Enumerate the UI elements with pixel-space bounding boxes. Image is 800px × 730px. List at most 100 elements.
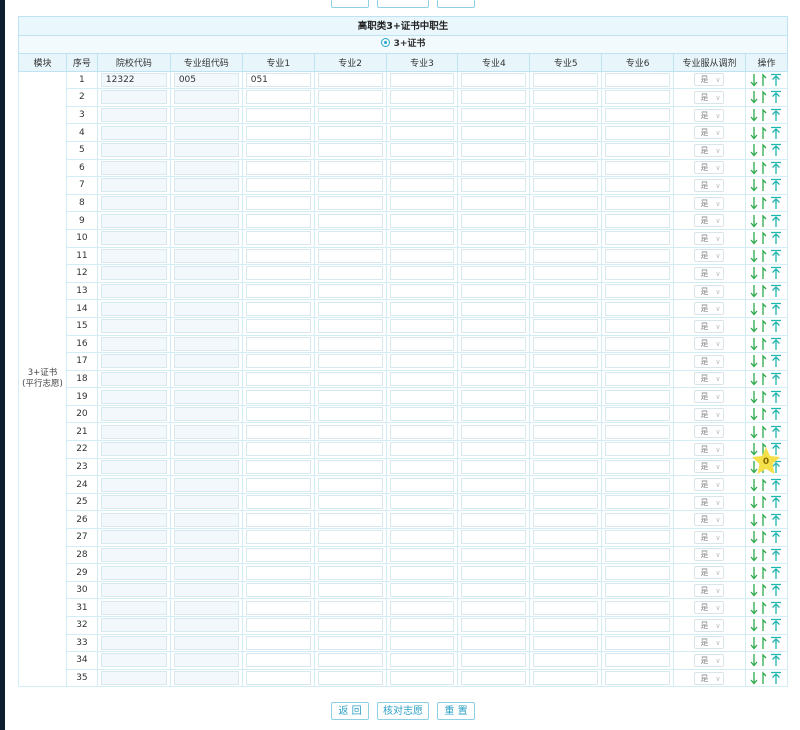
major-1-input[interactable] — [245, 459, 311, 474]
move-down-icon[interactable] — [750, 302, 758, 316]
move-up-icon[interactable] — [760, 460, 768, 474]
major-5-input[interactable] — [533, 600, 599, 615]
group-code-input[interactable] — [173, 407, 239, 422]
major-3-input[interactable] — [389, 371, 455, 386]
move-up-icon[interactable] — [760, 196, 768, 210]
move-down-icon[interactable] — [750, 530, 758, 544]
move-down-icon[interactable] — [750, 513, 758, 527]
major-3-input[interactable] — [389, 143, 455, 158]
move-up-icon[interactable] — [760, 231, 768, 245]
school-code-input[interactable] — [100, 407, 167, 422]
major-4-input[interactable] — [461, 196, 527, 211]
major-5-input[interactable] — [533, 108, 599, 123]
major-4-input[interactable] — [461, 248, 527, 263]
school-code-input[interactable] — [100, 424, 167, 439]
move-up-icon[interactable] — [760, 354, 768, 368]
major-6-input[interactable] — [605, 266, 671, 281]
move-down-icon[interactable] — [750, 618, 758, 632]
major-2-input[interactable] — [317, 160, 383, 175]
major-2-input[interactable] — [317, 336, 383, 351]
major-5-input[interactable] — [533, 618, 599, 633]
major-3-input[interactable] — [389, 90, 455, 105]
major-3-input[interactable] — [389, 354, 455, 369]
group-code-input[interactable] — [173, 389, 239, 404]
major-5-input[interactable] — [533, 459, 599, 474]
group-code-input[interactable] — [173, 108, 239, 123]
major-2-input[interactable] — [317, 213, 383, 228]
major-1-input[interactable] — [245, 248, 311, 263]
major-3-input[interactable] — [389, 248, 455, 263]
major-5-input[interactable] — [533, 160, 599, 175]
top-button-1[interactable] — [331, 0, 369, 8]
move-top-icon[interactable] — [770, 214, 782, 228]
move-top-icon[interactable] — [770, 108, 782, 122]
major-6-input[interactable] — [605, 231, 671, 246]
group-code-input[interactable] — [173, 248, 239, 263]
school-code-input[interactable] — [100, 160, 167, 175]
school-code-input[interactable] — [100, 512, 167, 527]
school-code-input[interactable] — [100, 284, 167, 299]
major-2-input[interactable] — [317, 301, 383, 316]
major-3-input[interactable] — [389, 231, 455, 246]
major-5-input[interactable] — [533, 530, 599, 545]
major-4-input[interactable] — [461, 90, 527, 105]
major-6-input[interactable] — [605, 90, 671, 105]
move-down-icon[interactable] — [750, 601, 758, 615]
move-top-icon[interactable] — [770, 495, 782, 509]
move-up-icon[interactable] — [760, 671, 768, 685]
major-3-input[interactable] — [389, 72, 455, 87]
major-1-input[interactable] — [245, 477, 311, 492]
major-5-input[interactable] — [533, 547, 599, 562]
major-1-input[interactable] — [245, 319, 311, 334]
major-2-input[interactable] — [317, 248, 383, 263]
major-1-input[interactable] — [245, 266, 311, 281]
major-6-input[interactable] — [605, 160, 671, 175]
major-1-input[interactable] — [245, 301, 311, 316]
adjust-select[interactable]: 是 ∨ — [694, 583, 725, 597]
move-top-icon[interactable] — [770, 442, 782, 456]
major-5-input[interactable] — [533, 284, 599, 299]
move-top-icon[interactable] — [770, 372, 782, 386]
major-3-input[interactable] — [389, 178, 455, 193]
major-4-input[interactable] — [461, 547, 527, 562]
major-6-input[interactable] — [605, 72, 671, 87]
radio-3plus-cert[interactable] — [380, 38, 390, 47]
major-6-input[interactable] — [605, 407, 671, 422]
school-code-input[interactable] — [100, 213, 167, 228]
adjust-select[interactable]: 是 ∨ — [694, 337, 725, 351]
group-code-input[interactable] — [173, 196, 239, 211]
major-3-input[interactable] — [389, 565, 455, 580]
major-1-input[interactable] — [245, 547, 311, 562]
major-1-input[interactable] — [245, 160, 311, 175]
major-6-input[interactable] — [605, 319, 671, 334]
move-top-icon[interactable] — [770, 390, 782, 404]
major-2-input[interactable] — [317, 178, 383, 193]
major-3-input[interactable] — [389, 671, 455, 686]
move-down-icon[interactable] — [750, 319, 758, 333]
move-top-icon[interactable] — [770, 161, 782, 175]
major-4-input[interactable] — [461, 108, 527, 123]
move-up-icon[interactable] — [760, 126, 768, 140]
school-code-input[interactable] — [100, 90, 167, 105]
move-down-icon[interactable] — [750, 73, 758, 87]
verify-button[interactable]: 核对志愿 — [377, 702, 429, 720]
major-6-input[interactable] — [605, 495, 671, 510]
major-6-input[interactable] — [605, 143, 671, 158]
move-top-icon[interactable] — [770, 354, 782, 368]
major-6-input[interactable] — [605, 565, 671, 580]
major-3-input[interactable] — [389, 495, 455, 510]
major-2-input[interactable] — [317, 143, 383, 158]
major-6-input[interactable] — [605, 284, 671, 299]
major-2-input[interactable] — [317, 266, 383, 281]
move-down-icon[interactable] — [750, 460, 758, 474]
major-4-input[interactable] — [461, 72, 527, 87]
adjust-select[interactable]: 是 ∨ — [694, 126, 725, 140]
major-2-input[interactable] — [317, 495, 383, 510]
adjust-select[interactable]: 是 ∨ — [694, 671, 725, 685]
major-2-input[interactable] — [317, 284, 383, 299]
move-up-icon[interactable] — [760, 249, 768, 263]
school-code-input[interactable] — [100, 196, 167, 211]
major-5-input[interactable] — [533, 635, 599, 650]
move-top-icon[interactable] — [770, 337, 782, 351]
group-code-input[interactable] — [173, 495, 239, 510]
